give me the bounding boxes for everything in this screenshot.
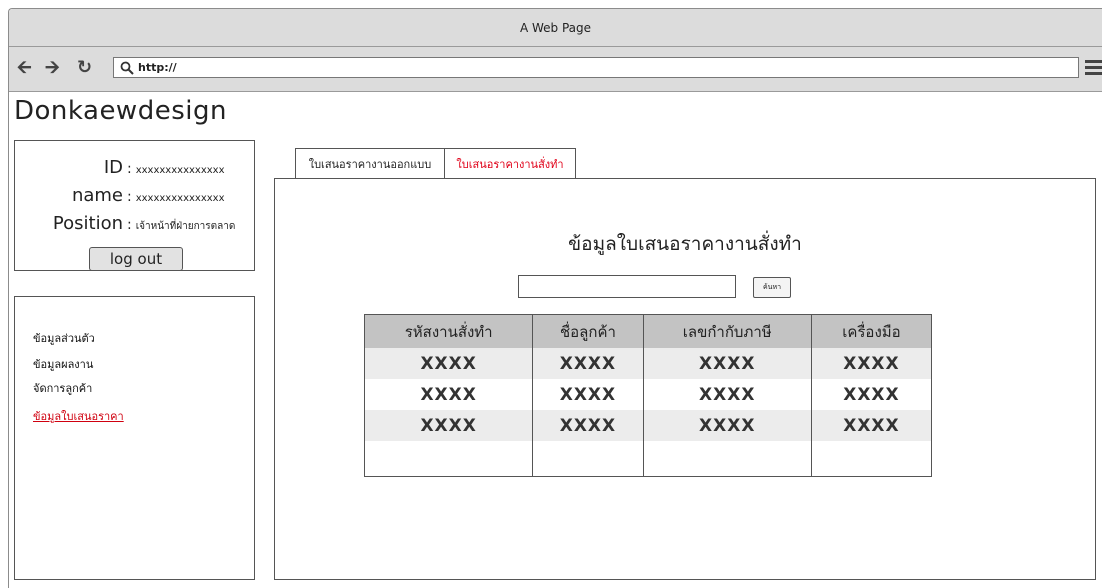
table-cell: XXXX [532,348,644,379]
sidebar-item-customers[interactable]: จัดการลูกค้า [33,379,92,397]
id-label: ID [103,157,123,178]
profile-name-row: name : xxxxxxxxxxxxxxx [15,185,254,206]
hamburger-menu-icon[interactable] [1085,60,1102,78]
logout-button[interactable]: log out [89,247,183,271]
reload-icon[interactable]: ↻ [77,58,92,78]
table-cell [532,441,644,477]
back-arrow-icon[interactable]: 🡨 [17,58,32,78]
column-header-tax-id: เลขกำกับภาษี [642,314,812,348]
table-cell: XXXX [532,410,644,441]
quotation-table: รหัสงานสั่งทำ ชื่อลูกค้า เลขกำกับภาษี เค… [363,314,933,477]
url-bar[interactable]: http:// [113,57,1079,78]
table-cell [810,441,933,477]
window-title: A Web Page [519,20,592,35]
site-logo: Donkaewdesign [14,96,227,126]
position-label: Position [52,213,123,234]
panel-title: ข้อมูลใบเสนอราคางานสั่งทำ [568,233,802,255]
table-cell[interactable]: XXXX [810,379,933,410]
column-header-customer-name: ชื่อลูกค้า [532,314,644,348]
table-row[interactable]: XXXX XXXX XXXX XXXX [363,348,933,379]
sidebar-item-quotations[interactable]: ข้อมูลใบเสนอราคา [33,407,124,425]
column-header-order-code: รหัสงานสั่งทำ [363,314,534,348]
table-cell[interactable]: XXXX [810,410,933,441]
tab-design-quotation[interactable]: ใบเสนอราคางานออกแบบ [295,148,445,178]
browser-toolbar: 🡨 🡪 ↻ http:// [9,47,1102,92]
forward-arrow-icon[interactable]: 🡪 [45,58,60,78]
column-header-tools: เครื่องมือ [810,314,933,348]
profile-id-row: ID : xxxxxxxxxxxxxxx [15,157,254,178]
table-cell: XXXX [642,348,812,379]
table-cell: XXXX [642,379,812,410]
sidebar-item-portfolio[interactable]: ข้อมูลผลงาน [33,355,93,373]
table-cell [363,441,534,477]
table-row[interactable]: XXXX XXXX XXXX XXXX [363,379,933,410]
title-bar: A Web Page [9,9,1102,47]
search-icon [120,61,134,75]
table-cell: XXXX [363,379,534,410]
name-label: name [71,185,123,206]
table-cell: XXXX [642,410,812,441]
table-cell[interactable]: XXXX [810,348,933,379]
profile-position-row: Position : เจ้าหน้าที่ฝ่ายการตลาด [15,213,254,234]
url-text: http:// [138,61,177,74]
table-row [363,441,933,477]
quotation-panel: ข้อมูลใบเสนอราคางานสั่งทำ ค้นหา รหัสงานส… [274,178,1096,580]
table-header-row: รหัสงานสั่งทำ ชื่อลูกค้า เลขกำกับภาษี เค… [363,314,933,348]
sidebar-item-personal-info[interactable]: ข้อมูลส่วนตัว [33,329,95,347]
tab-custom-order-quotation[interactable]: ใบเสนอราคางานสั่งทำ [444,148,576,178]
position-value: เจ้าหน้าที่ฝ่ายการตลาด [135,221,236,232]
sidebar-nav: ข้อมูลส่วนตัว ข้อมูลผลงาน จัดการลูกค้า ข… [14,296,255,580]
search-button[interactable]: ค้นหา [753,277,791,298]
table-cell: XXXX [363,410,534,441]
table-cell [642,441,812,477]
table-cell: XXXX [363,348,534,379]
search-input[interactable] [518,275,736,298]
table-row[interactable]: XXXX XXXX XXXX XXXX [363,410,933,441]
profile-card: ID : xxxxxxxxxxxxxxx name : xxxxxxxxxxxx… [14,140,255,271]
name-value: xxxxxxxxxxxxxxx [135,193,225,204]
id-value: xxxxxxxxxxxxxxx [135,165,225,176]
table-cell: XXXX [532,379,644,410]
